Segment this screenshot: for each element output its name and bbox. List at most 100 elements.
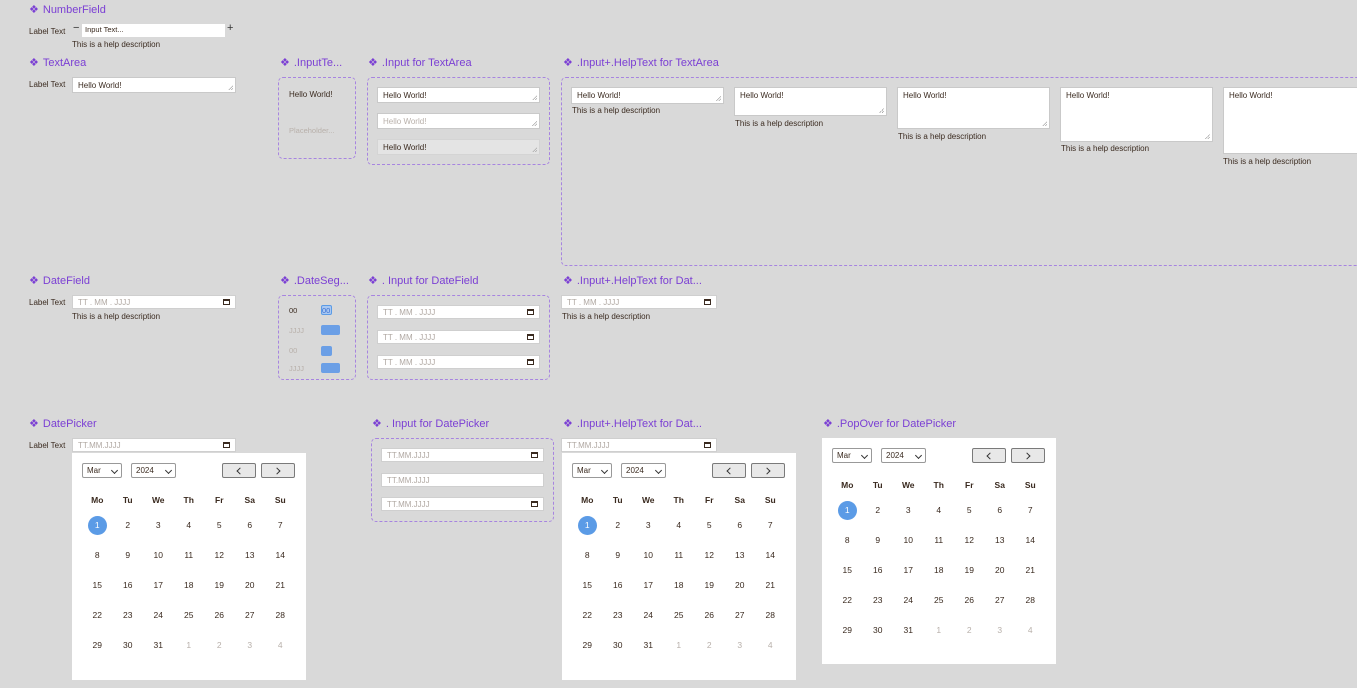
day-cell[interactable]: 15 (572, 570, 603, 600)
day-cell[interactable]: 5 (694, 510, 725, 540)
prev-month-button[interactable] (222, 463, 256, 478)
day-cell[interactable]: 17 (893, 555, 924, 585)
day-cell[interactable]: 22 (832, 585, 863, 615)
day-cell[interactable]: 3 (143, 510, 174, 540)
day-cell[interactable]: 22 (82, 600, 113, 630)
day-cell[interactable]: 25 (664, 600, 695, 630)
day-cell[interactable]: 27 (725, 600, 756, 630)
day-cell[interactable]: 29 (82, 630, 113, 660)
day-cell[interactable]: 24 (633, 600, 664, 630)
calendar-icon[interactable] (531, 452, 538, 458)
day-cell[interactable]: 30 (113, 630, 144, 660)
day-cell[interactable]: 23 (603, 600, 634, 630)
day-cell[interactable]: 3 (725, 630, 756, 660)
day-cell[interactable]: 11 (664, 540, 695, 570)
segment-year-placeholder-2[interactable]: JJJJ (289, 364, 304, 373)
day-cell[interactable]: 5 (204, 510, 235, 540)
textarea-size-1[interactable]: Hello World! (571, 87, 724, 104)
day-cell[interactable]: 1 (174, 630, 205, 660)
day-cell[interactable]: 15 (82, 570, 113, 600)
datefield-variant-1[interactable]: TT . MM . JJJJ (377, 305, 540, 319)
day-cell[interactable]: 9 (113, 540, 144, 570)
datepicker-variant-1[interactable]: TT.MM.JJJJ (381, 448, 544, 462)
prev-month-button[interactable] (972, 448, 1006, 463)
day-cell[interactable]: 24 (143, 600, 174, 630)
day-cell[interactable]: 7 (265, 510, 296, 540)
segment-year-placeholder[interactable]: JJJJ (289, 326, 304, 335)
textarea-input[interactable]: Hello World! (72, 77, 236, 93)
day-cell[interactable]: 21 (1015, 555, 1046, 585)
month-select[interactable]: Mar (82, 463, 122, 478)
day-cell[interactable]: 5 (954, 495, 985, 525)
segment-day-selected[interactable] (321, 346, 332, 356)
day-cell[interactable]: 7 (1015, 495, 1046, 525)
day-cell-selected[interactable]: 1 (572, 510, 603, 540)
calendar-icon[interactable] (704, 299, 711, 305)
day-cell-selected[interactable]: 1 (832, 495, 863, 525)
helptext-date2-input[interactable]: TT.MM.JJJJ (561, 438, 717, 452)
day-cell[interactable]: 30 (863, 615, 894, 645)
minus-icon[interactable]: − (73, 22, 79, 34)
day-cell-selected[interactable]: 1 (82, 510, 113, 540)
day-cell[interactable]: 3 (893, 495, 924, 525)
day-cell[interactable]: 16 (603, 570, 634, 600)
day-cell[interactable]: 26 (694, 600, 725, 630)
day-cell[interactable]: 17 (633, 570, 664, 600)
day-cell[interactable]: 18 (924, 555, 955, 585)
day-cell[interactable]: 29 (572, 630, 603, 660)
day-cell[interactable]: 19 (954, 555, 985, 585)
day-cell[interactable]: 16 (863, 555, 894, 585)
day-cell[interactable]: 28 (755, 600, 786, 630)
year-select[interactable]: 2024 (621, 463, 666, 478)
day-cell[interactable]: 3 (633, 510, 664, 540)
day-cell[interactable]: 14 (1015, 525, 1046, 555)
segment-day-placeholder[interactable]: 00 (289, 346, 297, 355)
datefield-variant-3[interactable]: TT . MM . JJJJ (377, 355, 540, 369)
day-cell[interactable]: 6 (725, 510, 756, 540)
year-select[interactable]: 2024 (881, 448, 926, 463)
textarea-placeholder[interactable]: Hello World! (377, 113, 540, 129)
day-cell[interactable]: 23 (863, 585, 894, 615)
plus-icon[interactable]: + (227, 22, 233, 34)
day-cell[interactable]: 20 (235, 570, 266, 600)
day-cell[interactable]: 13 (985, 525, 1016, 555)
textarea-filled[interactable]: Hello World! (377, 87, 540, 103)
day-cell[interactable]: 12 (204, 540, 235, 570)
textarea-size-3[interactable]: Hello World! (897, 87, 1050, 129)
day-cell[interactable]: 10 (633, 540, 664, 570)
day-cell[interactable]: 9 (603, 540, 634, 570)
calendar-icon[interactable] (704, 442, 711, 448)
calendar-icon[interactable] (223, 299, 230, 305)
calendar-icon[interactable] (527, 359, 534, 365)
day-cell[interactable]: 25 (174, 600, 205, 630)
day-cell[interactable]: 4 (265, 630, 296, 660)
segment-day[interactable]: 00 (289, 306, 297, 315)
day-cell[interactable]: 27 (985, 585, 1016, 615)
day-cell[interactable]: 2 (954, 615, 985, 645)
calendar-icon[interactable] (527, 309, 534, 315)
next-month-button[interactable] (261, 463, 295, 478)
day-cell[interactable]: 21 (265, 570, 296, 600)
datefield-input[interactable]: TT . MM . JJJJ (72, 295, 236, 309)
day-cell[interactable]: 20 (725, 570, 756, 600)
day-cell[interactable]: 29 (832, 615, 863, 645)
day-cell[interactable]: 4 (174, 510, 205, 540)
day-cell[interactable]: 9 (863, 525, 894, 555)
day-cell[interactable]: 8 (832, 525, 863, 555)
day-cell[interactable]: 1 (664, 630, 695, 660)
day-cell[interactable]: 2 (863, 495, 894, 525)
day-cell[interactable]: 28 (265, 600, 296, 630)
calendar-icon[interactable] (527, 334, 534, 340)
segment-year-selected-2[interactable] (321, 363, 340, 373)
year-select[interactable]: 2024 (131, 463, 176, 478)
day-cell[interactable]: 4 (755, 630, 786, 660)
number-input[interactable]: Input Text... (82, 24, 225, 37)
day-cell[interactable]: 22 (572, 600, 603, 630)
day-cell[interactable]: 2 (603, 510, 634, 540)
month-select[interactable]: Mar (832, 448, 872, 463)
day-cell[interactable]: 24 (893, 585, 924, 615)
day-cell[interactable]: 31 (893, 615, 924, 645)
day-cell[interactable]: 26 (204, 600, 235, 630)
day-cell[interactable]: 13 (725, 540, 756, 570)
calendar-icon[interactable] (223, 442, 230, 448)
